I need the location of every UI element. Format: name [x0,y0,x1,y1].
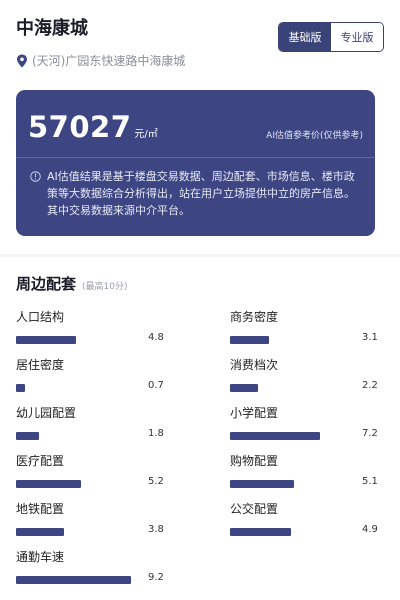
facility-bar [230,384,258,392]
address-text: (天河)广园东快速路中海康城 [32,54,186,68]
facility-item: 小学配置 7.2 [230,404,390,450]
facility-item: 居住密度 0.7 [16,356,176,402]
facility-score: 5.1 [362,476,378,487]
facility-bar [230,336,269,344]
page-title: 中海康城 [16,18,88,39]
facility-bar-track [230,480,355,488]
facility-bar [16,528,64,536]
version-toggle: 基础版 专业版 [278,22,384,52]
facility-score: 7.2 [362,428,378,439]
facility-item: 幼儿园配置 1.8 [16,404,176,450]
address-row: (天河)广园东快速路中海康城 [16,52,185,69]
facility-bar [16,432,39,440]
facility-bar-track [16,528,141,536]
facility-label: 人口结构 [16,310,65,324]
price-unit: 元/㎡ [134,129,158,140]
facility-score: 1.8 [148,428,164,439]
valuation-card: 57027 元/㎡ AI估值参考价(仅供参考) AI估值结果是基于楼盘交易数据、… [16,90,375,236]
facility-bar-track [16,432,141,440]
header: 中海康城 (天河)广园东快速路中海康城 基础版 专业版 [16,12,384,72]
facility-label: 居住密度 [16,358,65,372]
facility-label: 商务密度 [230,310,279,324]
facility-bar-track [16,480,141,488]
facility-bar-track [16,576,141,584]
facility-label: 通勤车速 [16,550,65,564]
basic-version-button[interactable]: 基础版 [279,23,331,51]
facility-label: 消费档次 [230,358,279,372]
facility-label: 公交配置 [230,502,279,516]
facility-bar [16,576,131,584]
location-pin-icon [17,54,27,67]
facility-score: 3.1 [362,332,378,343]
facility-bar-track [230,384,355,392]
facility-bar [16,384,25,392]
facility-bar [16,480,81,488]
facility-bar [16,336,76,344]
card-divider [16,157,375,158]
facility-item: 医疗配置 5.2 [16,452,176,498]
facility-label: 小学配置 [230,406,279,420]
facility-item: 人口结构 4.8 [16,308,176,354]
ai-reference-label: AI估值参考价(仅供参考) [266,131,363,141]
facility-score: 3.8 [148,524,164,535]
facility-score: 9.2 [148,572,164,583]
facility-score: 4.9 [362,524,378,535]
facility-score: 2.2 [362,380,378,391]
facility-item: 消费档次 2.2 [230,356,390,402]
facility-item: 公交配置 4.9 [230,500,390,546]
facilities-subtitle: (最高10分) [82,282,128,292]
facility-bar-track [230,528,355,536]
facility-bar-track [16,336,141,344]
facility-score: 0.7 [148,380,164,391]
facility-bar [230,432,320,440]
facility-label: 医疗配置 [16,454,65,468]
facility-label: 地铁配置 [16,502,65,516]
facilities-title: 周边配套 [16,275,77,293]
facility-item: 商务密度 3.1 [230,308,390,354]
section-divider [0,254,400,257]
facility-bar-track [230,336,355,344]
info-icon [30,171,41,182]
facility-item: 地铁配置 3.8 [16,500,176,546]
pro-version-button[interactable]: 专业版 [331,23,383,51]
facilities-heading: 周边配套 (最高10分) [16,273,128,294]
price-value: 57027 [28,110,132,144]
valuation-note: AI估值结果是基于楼盘交易数据、周边配套、市场信息、楼市政策等大数据综合分析得出… [47,170,355,217]
facility-score: 5.2 [148,476,164,487]
facility-bar [230,480,294,488]
facility-item: 通勤车速 9.2 [16,548,176,594]
facility-bar-track [16,384,141,392]
facility-label: 购物配置 [230,454,279,468]
facility-score: 4.8 [148,332,164,343]
facility-item: 购物配置 5.1 [230,452,390,498]
facility-bar-track [230,432,355,440]
facility-bar [230,528,291,536]
price-block: 57027 元/㎡ [28,110,158,144]
facility-label: 幼儿园配置 [16,406,77,420]
